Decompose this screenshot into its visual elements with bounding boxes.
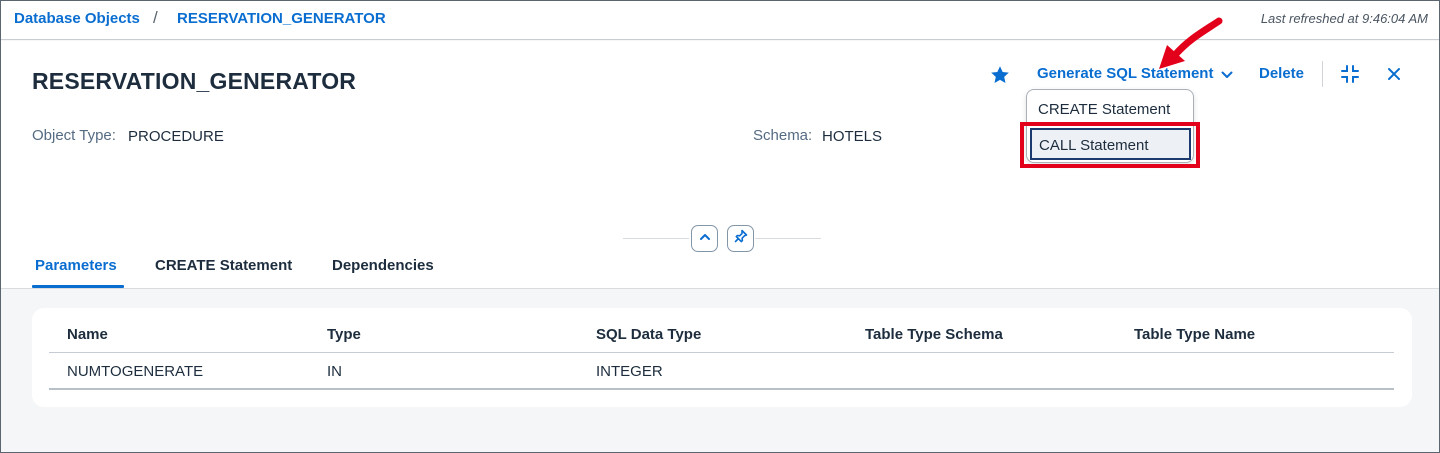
header-divider bbox=[49, 352, 1394, 353]
row-divider bbox=[49, 388, 1394, 390]
delete-button[interactable]: Delete bbox=[1259, 65, 1304, 82]
table-cell-sql-data-type: INTEGER bbox=[596, 363, 663, 380]
menu-item-create-statement[interactable]: CREATE Statement bbox=[1028, 92, 1193, 126]
column-header-sql-data-type[interactable]: SQL Data Type bbox=[596, 326, 701, 343]
star-icon[interactable] bbox=[989, 64, 1011, 86]
breadcrumb-separator: / bbox=[153, 8, 158, 27]
table-cell-type: IN bbox=[327, 363, 342, 380]
column-header-name[interactable]: Name bbox=[67, 326, 108, 343]
tab-create-statement[interactable]: CREATE Statement bbox=[155, 257, 292, 274]
annotation-highlight-box bbox=[1020, 122, 1200, 168]
table-cell-name: NUMTOGENERATE bbox=[67, 363, 204, 380]
header-divider-right bbox=[755, 238, 821, 239]
object-header: RESERVATION_GENERATOR Object Type: PROCE… bbox=[1, 17, 1439, 289]
active-tab-indicator bbox=[32, 285, 124, 288]
pin-header-button[interactable] bbox=[727, 225, 754, 252]
page-title: RESERVATION_GENERATOR bbox=[32, 68, 357, 94]
breadcrumb-database-objects[interactable]: Database Objects bbox=[14, 10, 140, 27]
annotation-arrow-icon bbox=[1149, 11, 1229, 75]
schema-label: Schema: bbox=[753, 127, 813, 144]
collapse-header-button[interactable] bbox=[691, 225, 718, 252]
chevron-up-icon bbox=[699, 230, 711, 248]
close-icon[interactable] bbox=[1387, 67, 1401, 81]
column-header-type[interactable]: Type bbox=[327, 326, 361, 343]
tab-parameters[interactable]: Parameters bbox=[35, 257, 117, 274]
column-header-table-type-name[interactable]: Table Type Name bbox=[1134, 326, 1255, 343]
pin-icon bbox=[734, 229, 748, 248]
object-type-value: PROCEDURE bbox=[128, 128, 224, 145]
tab-dependencies[interactable]: Dependencies bbox=[332, 257, 434, 274]
schema-value: HOTELS bbox=[822, 128, 883, 145]
parameters-table: Name Type SQL Data Type Table Type Schem… bbox=[32, 308, 1412, 407]
column-header-table-type-schema[interactable]: Table Type Schema bbox=[865, 326, 1003, 343]
toolbar-divider bbox=[1322, 61, 1323, 87]
last-refreshed-text: Last refreshed at 9:46:04 AM bbox=[1260, 11, 1428, 26]
object-type-label: Object Type: bbox=[32, 127, 116, 144]
breadcrumb-current-object[interactable]: RESERVATION_GENERATOR bbox=[177, 10, 386, 27]
exit-fullscreen-icon[interactable] bbox=[1341, 65, 1359, 83]
header-divider-left bbox=[623, 238, 689, 239]
